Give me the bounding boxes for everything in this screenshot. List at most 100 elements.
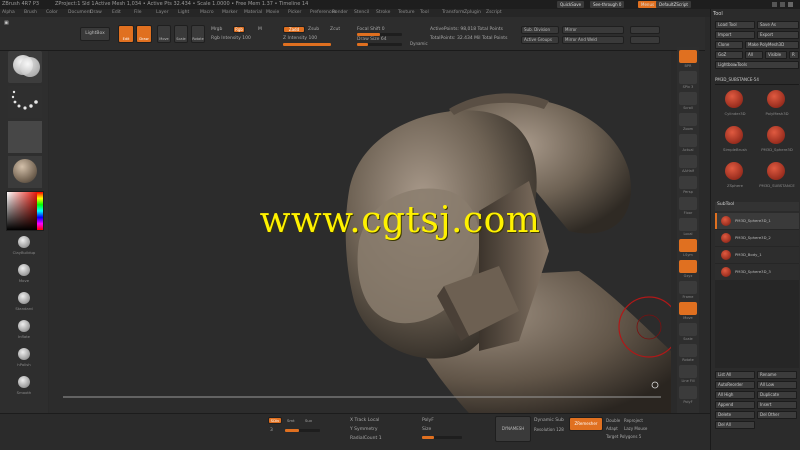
tool-button[interactable]: Visible [765,51,787,59]
brush-slot[interactable]: Inflate [0,318,48,344]
subtool-action-button[interactable]: Del All [715,421,755,429]
minimize-icon[interactable] [772,2,777,7]
menus-button[interactable]: Menus [638,1,658,8]
brush-selector[interactable] [8,51,42,83]
view-button[interactable] [679,113,697,126]
tool-palette-header[interactable]: Tool [713,11,723,17]
view-button[interactable] [679,71,697,84]
tool-button[interactable]: Save As [757,21,799,29]
subtool-action-button[interactable]: Del Other [757,411,797,419]
tool-button[interactable]: Make PolyMesh3D [745,41,799,49]
mirror-button[interactable]: Mirror [562,26,624,34]
menu-item[interactable]: File [134,10,142,15]
stroke-selector[interactable] [8,86,42,118]
menu-item[interactable]: Zplugin [464,10,481,15]
view-button[interactable] [679,386,697,399]
suv-toggle[interactable]: Suv [305,418,312,423]
smt-toggle[interactable]: Smt [287,418,295,423]
reproject-toggle[interactable]: Reproject [624,418,643,423]
dynamic-toggle[interactable]: Dynamic [410,41,428,46]
tool-thumb[interactable]: SimpleBrush [715,123,755,157]
menu-item[interactable]: Brush [24,10,37,15]
x-track-toggle[interactable]: X Track Local [350,418,379,423]
move-button[interactable]: Move [157,25,171,43]
subtool-action-button[interactable]: Delete [715,411,755,419]
tool-button[interactable]: GoZ [715,51,743,59]
double-toggle[interactable]: Double [606,418,620,423]
menu-item[interactable]: Stroke [376,10,390,15]
menu-item[interactable]: Color [46,10,58,15]
brush-slot[interactable]: Move [0,262,48,288]
menu-item[interactable]: Draw [90,10,102,15]
menu-item[interactable]: Layer [156,10,169,15]
menu-item[interactable]: Document [68,10,91,15]
default-zscript-button[interactable]: DefaultZScript [656,1,691,8]
view-button[interactable] [679,281,697,294]
mrgb-toggle[interactable]: Mrgb [211,27,222,32]
resolution-slider[interactable]: Resolution 128 [534,427,564,432]
subtool-action-button[interactable]: List All [715,371,755,379]
zadd-toggle[interactable]: Zadd [283,26,305,33]
target-polygons-slider[interactable]: Target Polygons 5 [606,434,641,439]
tool-thumb[interactable]: ZSphere [715,159,755,193]
sdiv-slider[interactable] [285,429,320,432]
edit-button[interactable]: Edit [118,25,134,43]
dynamesh-button[interactable]: DYNAMESH [495,416,531,442]
subtool-action-button[interactable]: AutoReorder [715,381,755,389]
subtool-item[interactable]: PM3D_Sphere3D_1 [715,213,799,229]
menu-item[interactable]: Alpha [2,10,15,15]
zremesher-button[interactable]: ZRemesher [569,417,603,431]
scale-button[interactable]: Scale [174,25,188,43]
tool-thumb[interactable]: Cylinder3D [715,87,755,121]
polyf-toggle[interactable]: PolyF [422,418,434,423]
tool-button[interactable]: Load Tool [715,21,755,29]
subtool-item[interactable]: PM3D_Sphere3D_2 [715,230,799,246]
menu-item[interactable]: Material [244,10,262,15]
focal-shift-slider[interactable]: Focal Shift 0 [357,27,385,32]
view-button[interactable] [679,155,697,168]
subtool-action-button[interactable]: Insert [757,401,797,409]
view-button[interactable] [679,134,697,147]
m-toggle[interactable]: M [258,27,262,32]
view-button[interactable] [679,218,697,231]
lightbox-button[interactable]: LightBox [80,27,110,41]
view-button[interactable] [679,239,697,252]
subtool-item[interactable]: PM3D_Sphere3D_3 [715,264,799,280]
view-button[interactable] [679,176,697,189]
view-button[interactable] [679,92,697,105]
seethrough-slider[interactable]: See-through 0 [590,1,625,8]
tool-thumb[interactable]: PM3D_SUBSTANCE [757,159,797,193]
subtool-action-button[interactable]: Duplicate [757,391,797,399]
subtool-action-button[interactable]: All High [715,391,755,399]
view-button[interactable] [679,344,697,357]
tool-button[interactable]: Export [757,31,799,39]
extra-button-2[interactable] [630,36,660,44]
brush-slot[interactable]: Standard [0,290,48,316]
focal-shift-track[interactable] [357,33,402,36]
menu-item[interactable]: Texture [398,10,414,15]
adapt-toggle[interactable]: Adapt [606,426,618,431]
draw-size-slider[interactable]: Draw Size 64 [357,37,387,42]
menu-item[interactable]: Stencil [354,10,369,15]
tool-button[interactable]: Lightbox▸Tools [715,61,799,69]
subtool-action-button[interactable]: Rename [757,371,797,379]
menu-item[interactable]: Light [178,10,189,15]
radial-count-slider[interactable]: RadialCount 1 [350,436,382,441]
menu-item[interactable]: Edit [112,10,121,15]
subdiv-button[interactable]: Sub. Division [521,26,559,34]
menu-item[interactable]: Zscript [486,10,502,15]
draw-size-track[interactable] [357,43,402,46]
lazy-mouse-toggle[interactable]: Lazy Mouse [624,426,647,431]
subtool-action-button[interactable]: Append [715,401,755,409]
subtool-item[interactable]: PM3D_Body_1 [715,247,799,263]
draw-button[interactable]: Draw [136,25,152,43]
zcut-toggle[interactable]: Zcut [330,27,340,32]
subtool-action-button[interactable]: All Low [757,381,797,389]
size-slider[interactable]: Size [422,427,431,432]
menu-item[interactable]: Picker [288,10,301,15]
z-intensity-track[interactable] [283,43,331,46]
tool-button[interactable]: All [745,51,763,59]
maximize-icon[interactable] [780,2,785,7]
view-button[interactable] [679,302,697,315]
mirror-weld-button[interactable]: Mirror And Weld [562,36,624,44]
